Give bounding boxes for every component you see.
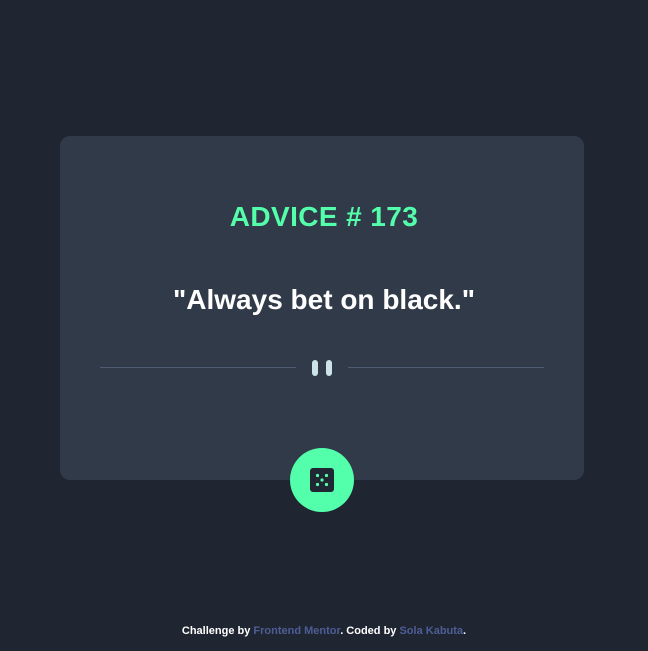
- dice-icon: [310, 468, 334, 492]
- divider-line-right: [348, 367, 544, 368]
- page: ADVICE # 173 "Always bet on black." Chal…: [0, 0, 648, 651]
- advice-number: ADVICE # 173: [229, 201, 419, 232]
- attribution-suffix: .: [463, 625, 467, 637]
- frontend-mentor-link[interactable]: Frontend Mentor: [253, 625, 340, 637]
- attribution: Challenge by Frontend Mentor. Coded by S…: [0, 624, 648, 638]
- pause-icon: [312, 360, 332, 376]
- divider-line-left: [100, 367, 296, 368]
- attribution-prefix: Challenge by: [181, 625, 254, 637]
- author-link[interactable]: Sola Kabuta: [399, 625, 463, 637]
- advice-quote: "Always bet on black.": [173, 284, 475, 315]
- attribution-middle: . Coded by: [340, 625, 400, 637]
- new-advice-button[interactable]: [290, 448, 354, 512]
